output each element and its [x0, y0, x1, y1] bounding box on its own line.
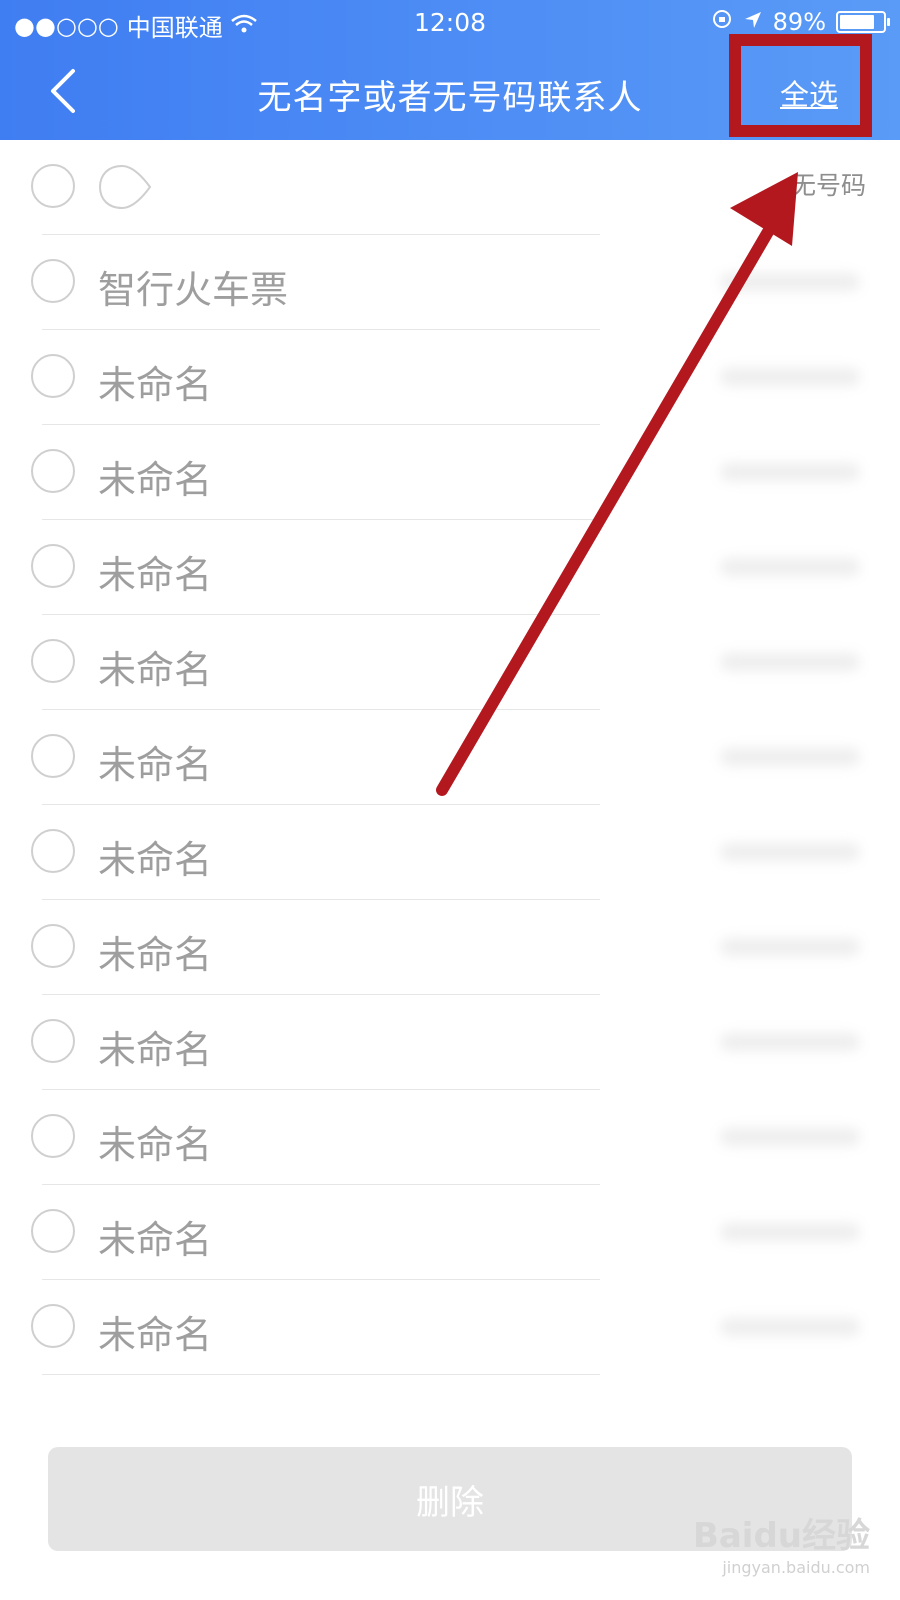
contact-row[interactable]: 未命名 — [0, 995, 900, 1090]
select-radio[interactable] — [31, 1114, 75, 1158]
blurred-detail — [720, 463, 860, 481]
contact-avatar-icon — [98, 164, 152, 210]
contact-row[interactable]: 无号码 — [0, 140, 900, 235]
contact-row[interactable]: 未命名 — [0, 520, 900, 615]
select-radio[interactable] — [31, 924, 75, 968]
contact-row[interactable]: 未命名 — [0, 1280, 900, 1375]
contact-name: 未命名 — [98, 1028, 213, 1072]
select-radio[interactable] — [31, 259, 75, 303]
contact-name: 未命名 — [98, 933, 213, 977]
contact-name: 未命名 — [98, 458, 213, 502]
contact-row[interactable]: 未命名 — [0, 425, 900, 520]
blurred-detail — [720, 368, 860, 386]
blurred-detail — [720, 558, 860, 576]
select-radio[interactable] — [31, 1304, 75, 1348]
row-divider — [42, 1374, 600, 1375]
blurred-detail — [720, 1318, 860, 1336]
contact-name: 未命名 — [98, 1123, 213, 1167]
select-radio[interactable] — [31, 449, 75, 493]
contact-name: 未命名 — [98, 1313, 213, 1357]
battery-percent: 89% — [772, 8, 826, 36]
select-radio[interactable] — [31, 164, 75, 208]
contact-row[interactable]: 未命名 — [0, 710, 900, 805]
blurred-detail — [720, 1223, 860, 1241]
contact-row[interactable]: 未命名 — [0, 615, 900, 710]
contact-name: 未命名 — [98, 1218, 213, 1262]
select-radio[interactable] — [31, 829, 75, 873]
select-radio[interactable] — [31, 354, 75, 398]
contact-row[interactable]: 未命名 — [0, 805, 900, 900]
contact-detail: 无号码 — [790, 171, 866, 200]
select-radio[interactable] — [31, 1209, 75, 1253]
contact-name: 未命名 — [98, 553, 213, 597]
select-radio[interactable] — [31, 544, 75, 588]
contact-row[interactable]: 智行火车票 — [0, 235, 900, 330]
contact-name: 未命名 — [98, 363, 213, 407]
watermark-url: jingyan.baidu.com — [722, 1558, 870, 1577]
contact-name: 智行火车票 — [98, 268, 289, 312]
contact-row[interactable]: 未命名 — [0, 330, 900, 425]
blurred-detail — [720, 938, 860, 956]
blurred-detail — [720, 748, 860, 766]
contact-row[interactable]: 未命名 — [0, 900, 900, 995]
highlight-box — [729, 34, 872, 137]
watermark-logo: Baidu经验 — [692, 1516, 870, 1556]
contact-name: 未命名 — [98, 838, 213, 882]
select-radio[interactable] — [31, 734, 75, 778]
contact-row[interactable]: 未命名 — [0, 1185, 900, 1280]
blurred-detail — [720, 1128, 860, 1146]
contact-row[interactable]: 未命名 — [0, 1090, 900, 1185]
blurred-detail — [720, 1033, 860, 1051]
rotation-lock-icon — [711, 8, 733, 36]
watermark: Baidu经验 jingyan.baidu.com — [670, 1508, 870, 1588]
contact-list: 无号码 智行火车票 未命名 未命名 未命名 未命名 未命名 未命名 未命名 未命名 未命名 未命名 未命… — [0, 140, 900, 1375]
blurred-detail — [720, 653, 860, 671]
blurred-detail — [720, 273, 860, 291]
contact-name: 未命名 — [98, 743, 213, 787]
contact-name: 未命名 — [98, 648, 213, 692]
location-icon — [743, 8, 763, 36]
select-radio[interactable] — [31, 639, 75, 683]
battery-icon — [836, 11, 890, 33]
blurred-detail — [720, 843, 860, 861]
select-radio[interactable] — [31, 1019, 75, 1063]
